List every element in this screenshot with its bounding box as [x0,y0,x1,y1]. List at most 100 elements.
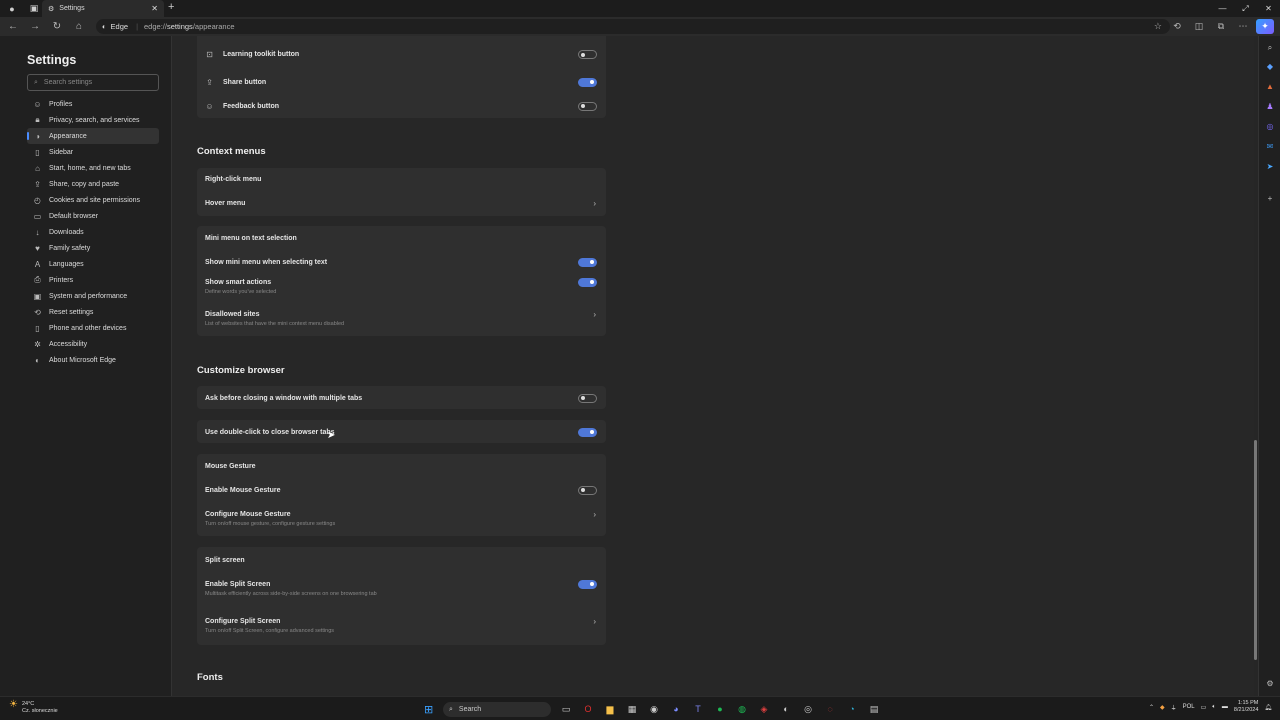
hover-menu-label: Hover menu [205,199,246,207]
sidebar-item-share-copy-and-paste[interactable]: ⇪ Share, copy and paste [27,176,159,192]
language-indicator[interactable]: POL [1183,704,1195,710]
toolbar-right: ⟲ ◫ ⧉ ⋯ ✦ [1168,19,1274,34]
close-tab-icon[interactable]: ✕ [151,4,158,13]
sidebar-item-profiles[interactable]: ☺ Profiles [27,96,159,112]
store-icon[interactable]: ▦ [624,702,640,717]
collections-icon[interactable]: ⧉ [1212,19,1230,34]
weather-widget[interactable]: ☀ 24°C Cz. słonecznie [9,700,58,715]
sidebar-item-about-microsoft-edge[interactable]: ◐ About Microsoft Edge [27,352,159,368]
shopping-icon[interactable]: ◆ [1264,61,1276,73]
close-window-button[interactable]: ✕ [1257,0,1280,17]
sidebar-item-default-browser[interactable]: ▭ Default browser [27,208,159,224]
configure-mouse-gesture-row[interactable]: Configure Mouse Gesture › Turn on/off mo… [197,507,606,528]
gear-icon[interactable]: ⚙ [1264,678,1276,690]
search-input[interactable]: ⌕ Search settings [27,74,159,91]
send-icon[interactable]: ➤ [1264,161,1276,173]
network-icon[interactable]: ▭ [1201,704,1207,711]
hover-menu-row[interactable]: Hover menu › [197,196,606,210]
spotify-icon[interactable]: ● [712,702,728,717]
ask-before-closing-toggle[interactable] [578,393,597,403]
copilot-side-icon[interactable]: ◎ [1264,121,1276,133]
split-screen-icon[interactable]: ◫ [1190,19,1208,34]
sidebar-item-appearance[interactable]: ◑ Appearance [27,128,159,144]
sidebar-item-start-home-and-new-tabs[interactable]: ⌂ Start, home, and new tabs [27,160,159,176]
enable-split-screen-toggle[interactable] [578,579,597,589]
sidebar-item-languages[interactable]: A Languages [27,256,159,272]
terminal-icon[interactable]: ▤ [866,702,882,717]
learning-toolkit-toggle[interactable] [578,50,597,59]
back-button[interactable]: ← [2,21,24,32]
more-menu-icon[interactable]: ⋯ [1234,19,1252,34]
show-mini-menu-toggle[interactable] [578,257,597,267]
sidebar-item-system-and-performance[interactable]: ▣ System and performance [27,288,159,304]
opera-icon[interactable]: O [580,702,596,717]
sidebar-item-printers[interactable]: ⎙ Printers [27,272,159,288]
customize-browser-heading: Customize browser [197,365,285,376]
battery-icon[interactable]: ▬ [1222,704,1228,710]
enable-mouse-gesture-toggle[interactable] [578,485,597,495]
sidebar-item-sidebar[interactable]: ▯ Sidebar [27,144,159,160]
windows-start-icon[interactable]: ⊞ [424,703,433,716]
add-icon[interactable]: + [1264,193,1276,205]
smart-actions-sub: Define words you've selected [205,289,277,295]
tab-settings[interactable]: ⚙ Settings ✕ [42,0,164,17]
spotify-alt-icon[interactable]: ◍ [734,702,750,717]
address-bar[interactable]: ◐ Edge | edge://settings/appearance ☆ [96,19,1170,34]
task-view-icon[interactable]: ▭ [558,702,574,717]
steam-icon[interactable]: ◉ [646,702,662,717]
games-icon[interactable]: ♟ [1264,101,1276,113]
sidebar-item-family-safety[interactable]: ♥ Family safety [27,240,159,256]
favorite-star-icon[interactable]: ☆ [1154,21,1162,32]
minimize-button[interactable]: — [1211,0,1234,17]
copilot-icon[interactable]: ✦ [1256,19,1274,34]
smart-actions-toggle[interactable] [578,277,597,287]
sidebar-item-label: Printers [49,276,74,284]
search-icon[interactable]: ⌕ [1264,42,1276,54]
sidebar-item-reset-settings[interactable]: ⟲ Reset settings [27,304,159,320]
sidebar-item-cookies-and-site-permissions[interactable]: ◴ Cookies and site permissions [27,192,159,208]
double-click-toggle[interactable] [578,427,597,437]
chat-icon[interactable]: ◌ [822,702,838,717]
history-icon[interactable]: ⟲ [1168,19,1186,34]
tray-app-icon[interactable]: ◆ [1160,704,1165,711]
accessibility-icon: ✲ [34,339,41,349]
mouse-gesture-heading-row: Mouse Gesture [197,459,606,473]
profile-avatar-icon[interactable]: ● [4,1,20,17]
new-tab-button[interactable]: + [168,1,174,13]
taskbar-search[interactable]: ⌕ Search [443,702,551,717]
discord-icon[interactable]: ◕ [668,702,684,717]
site-info-chip[interactable]: ◐ Edge [102,22,136,31]
outlook-icon[interactable]: ✉ [1264,141,1276,153]
clock[interactable]: 1:15 PM 8/21/2024 [1234,700,1258,714]
sidebar-item-phone-and-other-devices[interactable]: ▯ Phone and other devices [27,320,159,336]
temperature: 24°C [21,701,35,707]
scrollbar-thumb[interactable] [1254,440,1257,660]
ask-before-closing-card: Ask before closing a window with multipl… [197,386,606,409]
vpn-icon[interactable]: ◈ [756,702,772,717]
restore-button[interactable]: ⤢ [1234,0,1257,17]
usb-icon[interactable]: ⏚ [1171,703,1177,712]
feedback-button-toggle[interactable] [578,101,597,111]
sidebar-item-privacy-search-and-services[interactable]: 🔒︎ Privacy, search, and services [27,112,159,128]
forward-button[interactable]: → [24,21,46,32]
home-button[interactable]: ⌂ [68,21,90,32]
share-button-toggle[interactable] [578,77,597,87]
sidebar-item-downloads[interactable]: ↓ Downloads [27,224,159,240]
chrome-icon[interactable]: ◐ [778,702,794,717]
tab-actions-icon[interactable]: ▣ [26,1,42,17]
configure-split-screen-row[interactable]: Configure Split Screen › Turn on/off Spl… [197,614,606,635]
tools-icon[interactable]: ▲ [1264,81,1276,93]
url-strong: settings [166,22,193,31]
steam-alt-icon[interactable]: ◎ [800,702,816,717]
refresh-button[interactable]: ↻ [46,21,68,32]
disallowed-sites-row[interactable]: Disallowed sites › List of websites that… [197,307,606,328]
configure-split-screen-label: Configure Split Screen [205,617,281,625]
folder-icon[interactable]: ▆ [602,702,618,717]
teams-icon[interactable]: T [690,702,706,717]
volume-icon[interactable]: 🔈︎ [1212,704,1216,711]
enable-split-screen-label: Enable Split Screen [205,580,271,588]
sidebar-item-accessibility[interactable]: ✲ Accessibility [27,336,159,352]
edge-taskbar-icon[interactable]: ◔ [844,702,860,717]
notification-bell-icon[interactable]: 🔔︎ [1264,704,1272,711]
chevron-up-icon[interactable]: ⌃ [1149,704,1154,711]
